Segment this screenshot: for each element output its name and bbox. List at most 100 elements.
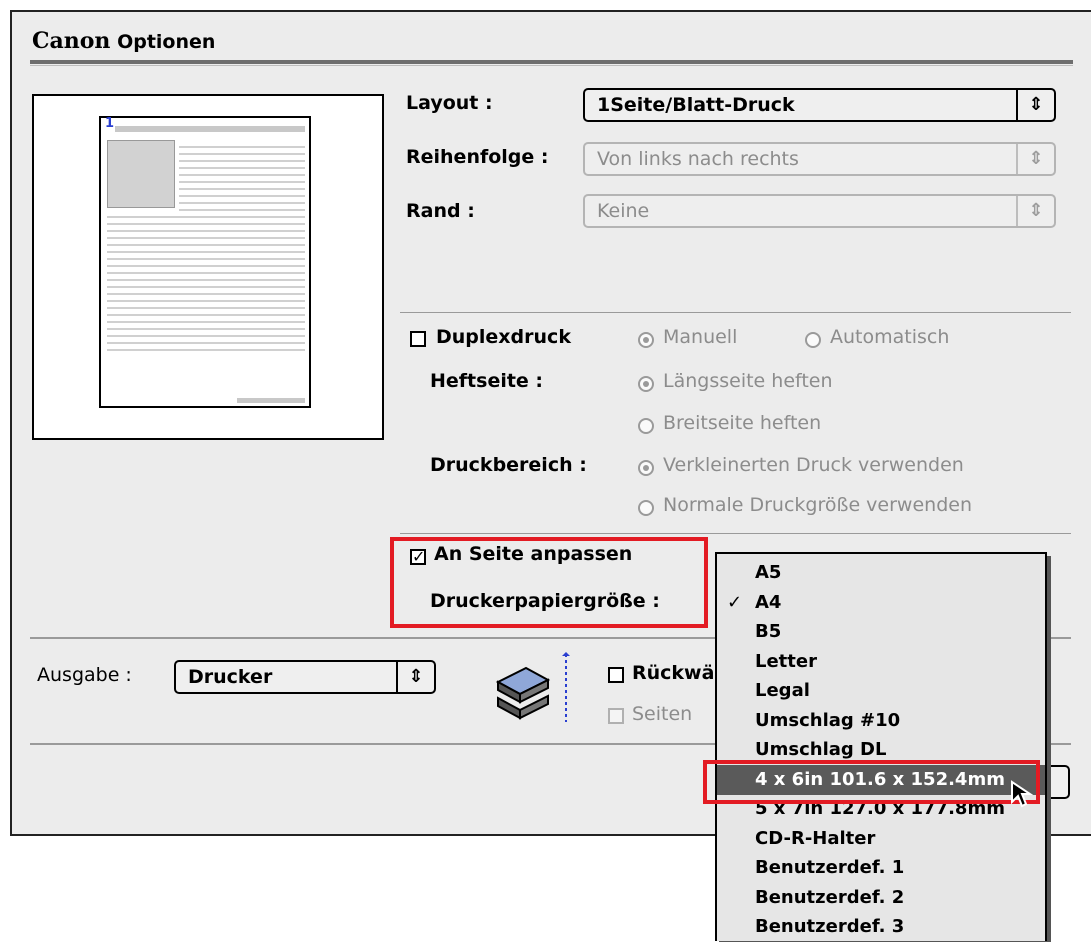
paper-size-menu-item[interactable]: CD-R-Halter — [717, 824, 1045, 854]
manual-radio[interactable] — [638, 332, 654, 348]
canon-logo: Canon — [32, 28, 111, 54]
paper-size-menu-item-label: Umschlag #10 — [755, 709, 901, 731]
paper-size-menu-item[interactable]: Benutzerdef. 2 — [717, 883, 1045, 913]
preview-text-line — [107, 286, 305, 288]
preview-text-line — [107, 293, 305, 295]
preview-text-line — [107, 314, 305, 316]
menu-selection-highlight — [703, 760, 1040, 804]
short-edge-radio[interactable] — [638, 418, 654, 434]
reverse-order-label: Rückwä — [632, 662, 715, 684]
pages-checkbox[interactable] — [608, 708, 624, 724]
duplex-label: Duplexdruck — [436, 326, 571, 348]
paper-size-menu-item[interactable]: A5 — [717, 558, 1045, 588]
paper-size-menu-item[interactable]: Benutzerdef. 3 — [717, 912, 1045, 942]
long-edge-label: Längsseite heften — [663, 370, 833, 392]
paper-size-menu-item[interactable]: Letter — [717, 647, 1045, 677]
manual-label: Manuell — [663, 326, 738, 348]
section-divider — [400, 533, 1071, 534]
binding-label: Heftseite : — [430, 370, 544, 392]
reverse-order-checkbox[interactable] — [608, 667, 624, 683]
preview-text-line — [107, 258, 305, 260]
preview-text-line — [179, 146, 305, 148]
paper-size-menu-item-label: Benutzerdef. 2 — [755, 886, 905, 908]
paper-size-menu-item[interactable]: Legal — [717, 676, 1045, 706]
preview-text-line — [179, 174, 305, 176]
preview-text-line — [107, 279, 305, 281]
paper-size-menu-item-label: A5 — [755, 562, 782, 583]
duplex-checkbox[interactable] — [410, 331, 426, 347]
dialog-title: Canon Optionen — [32, 28, 215, 54]
paper-size-menu-item-label: Legal — [755, 680, 810, 701]
paper-size-menu-item[interactable]: Umschlag #10 — [717, 706, 1045, 736]
border-label: Rand : — [406, 200, 475, 222]
reduced-print-radio[interactable] — [638, 460, 654, 476]
preview-text-line — [179, 195, 305, 197]
layout-popup[interactable]: 1Seite/Blatt-Druck ⇕ — [583, 88, 1056, 122]
preview-text-line — [107, 342, 305, 344]
preview-text-line — [107, 216, 305, 218]
paper-size-menu-item[interactable]: ✓ A4 — [717, 588, 1045, 618]
preview-text-line — [107, 307, 305, 309]
paper-size-menu-item[interactable]: B5 — [717, 617, 1045, 647]
preview-text-line — [179, 160, 305, 162]
preview-text-line — [179, 153, 305, 155]
mouse-pointer-icon — [1011, 780, 1034, 808]
paper-size-menu-item-label: Benutzerdef. 3 — [755, 916, 905, 937]
paper-size-menu-item-label: Benutzerdef. 1 — [755, 857, 905, 878]
paper-size-menu-item-label: A4 — [755, 591, 782, 613]
popup-arrows-icon: ⇕ — [1016, 196, 1054, 226]
preview-text-line — [179, 188, 305, 190]
preview-text-line — [179, 202, 305, 204]
preview-text-lines — [107, 140, 305, 400]
normal-size-label: Normale Druckgröße verwenden — [663, 494, 972, 516]
popup-arrows-icon: ⇕ — [1016, 144, 1054, 174]
preview-text-line — [107, 223, 305, 225]
output-popup-value: Drucker — [188, 666, 273, 688]
preview-text-line — [179, 209, 305, 211]
preview-page-number: 1 — [105, 116, 115, 131]
paper-size-label: Druckerpapiergröße : — [430, 590, 660, 612]
print-area-label: Druckbereich : — [430, 454, 587, 476]
order-label: Reihenfolge : — [406, 146, 549, 168]
border-popup-value: Keine — [597, 200, 650, 222]
paper-size-menu-item-label: B5 — [755, 621, 782, 642]
preview-text-line — [107, 244, 305, 246]
section-divider — [400, 312, 1071, 313]
paper-size-menu-item-label: Umschlag DL — [755, 739, 887, 760]
order-popup-value: Von links nach rechts — [597, 148, 799, 170]
paper-size-menu[interactable]: A5 ✓ A4 B5 Letter Legal Umschlag #10 Umschlag D… — [715, 552, 1047, 941]
paper-size-menu-item-label: Letter — [755, 650, 817, 672]
long-edge-radio[interactable] — [638, 376, 654, 392]
printer-stack-icon — [495, 652, 570, 722]
output-popup[interactable]: Drucker ⇕ — [174, 660, 436, 694]
checkmark-icon: ✓ — [727, 591, 743, 613]
preview-text-line — [107, 321, 305, 323]
title-divider — [30, 60, 1073, 64]
preview-footer-bar — [237, 398, 305, 403]
title-divider-shadow — [30, 65, 1073, 66]
preview-text-line — [107, 300, 305, 302]
preview-text-line — [107, 237, 305, 239]
preview-text-line — [107, 230, 305, 232]
output-label: Ausgabe : — [37, 664, 132, 686]
fit-page-checkbox[interactable]: ✓ — [410, 549, 426, 565]
preview-text-line — [107, 265, 305, 267]
preview-text-line — [107, 349, 305, 351]
preview-text-line — [107, 251, 305, 253]
preview-text-line — [107, 335, 305, 337]
preview-header-bar — [115, 126, 305, 132]
preview-text-line — [179, 167, 305, 169]
border-popup[interactable]: Keine ⇕ — [583, 194, 1056, 228]
order-popup[interactable]: Von links nach rechts ⇕ — [583, 142, 1056, 176]
paper-size-menu-item-label: CD-R-Halter — [755, 827, 876, 849]
layout-preview: 1 — [32, 94, 384, 440]
paper-size-menu-item[interactable]: Benutzerdef. 1 — [717, 853, 1045, 883]
preview-text-line — [107, 328, 305, 330]
preview-text-line — [107, 272, 305, 274]
automatic-radio[interactable] — [805, 332, 821, 348]
fit-page-label: An Seite anpassen — [434, 543, 633, 565]
reduced-print-label: Verkleinerten Druck verwenden — [663, 454, 964, 476]
short-edge-label: Breitseite heften — [663, 412, 822, 434]
normal-size-radio[interactable] — [638, 500, 654, 516]
layout-popup-value: 1Seite/Blatt-Druck — [597, 94, 795, 116]
